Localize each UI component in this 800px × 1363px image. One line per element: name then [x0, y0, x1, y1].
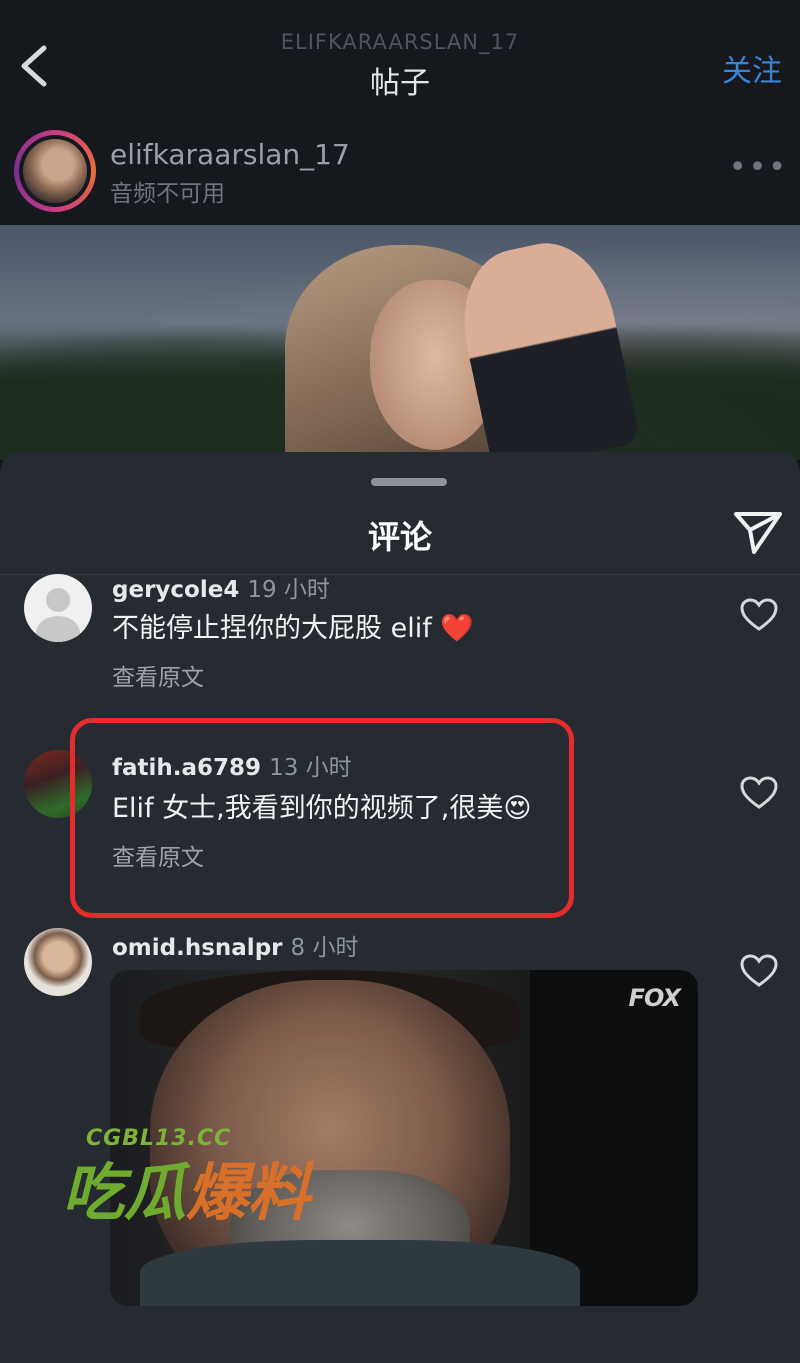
audio-unavailable-label: 音频不可用	[110, 181, 225, 207]
comment-text: 不能停止捏你的大屁股 elif ❤️	[112, 613, 474, 644]
more-options-icon[interactable]: •••	[729, 150, 788, 185]
post-image	[0, 225, 800, 460]
fox-logo: FOX	[628, 984, 681, 1012]
follow-button[interactable]: 关注	[722, 46, 782, 90]
header-username: ELIFKARAARSLAN_17	[280, 30, 520, 54]
comment-username[interactable]: omid.hsnalpr 8 小时	[112, 928, 358, 962]
post-author-username[interactable]: elifkaraarslan_17	[110, 138, 350, 171]
like-heart-icon[interactable]	[740, 598, 778, 632]
avatar-photo	[23, 139, 87, 203]
share-paper-plane-icon[interactable]	[732, 508, 784, 556]
comment-time: 19 小时	[247, 577, 330, 603]
comments-title: 评论	[367, 518, 432, 556]
comment-time: 8 小时	[290, 935, 359, 961]
like-heart-icon[interactable]	[740, 954, 778, 988]
post-author-avatar[interactable]	[14, 130, 96, 212]
commenter-avatar-default[interactable]	[24, 574, 92, 642]
top-navigation-bar: ELIFKARAARSLAN_17 帖子 关注 elifkaraarslan_1…	[0, 0, 800, 225]
watermark-logo: 吃瓜爆料	[62, 1156, 311, 1229]
see-original-link[interactable]: 查看原文	[112, 658, 204, 692]
sheet-drag-handle[interactable]	[371, 478, 447, 486]
page-title: 帖子	[370, 66, 430, 101]
comment-username[interactable]: gerycole4 19 小时	[112, 570, 330, 604]
red-highlight-box	[70, 718, 574, 918]
commenter-avatar-photo[interactable]	[24, 928, 92, 996]
like-heart-icon[interactable]	[740, 776, 778, 810]
